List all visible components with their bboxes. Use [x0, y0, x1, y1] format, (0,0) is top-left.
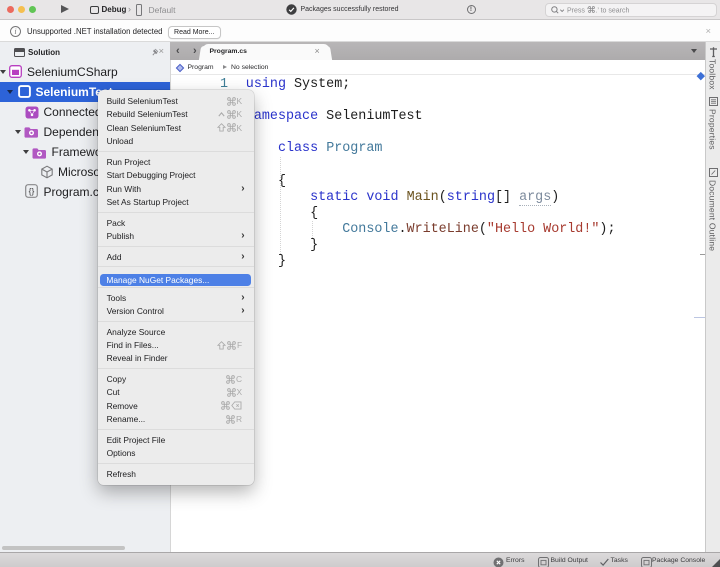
svg-text:{}: {}: [29, 186, 35, 196]
